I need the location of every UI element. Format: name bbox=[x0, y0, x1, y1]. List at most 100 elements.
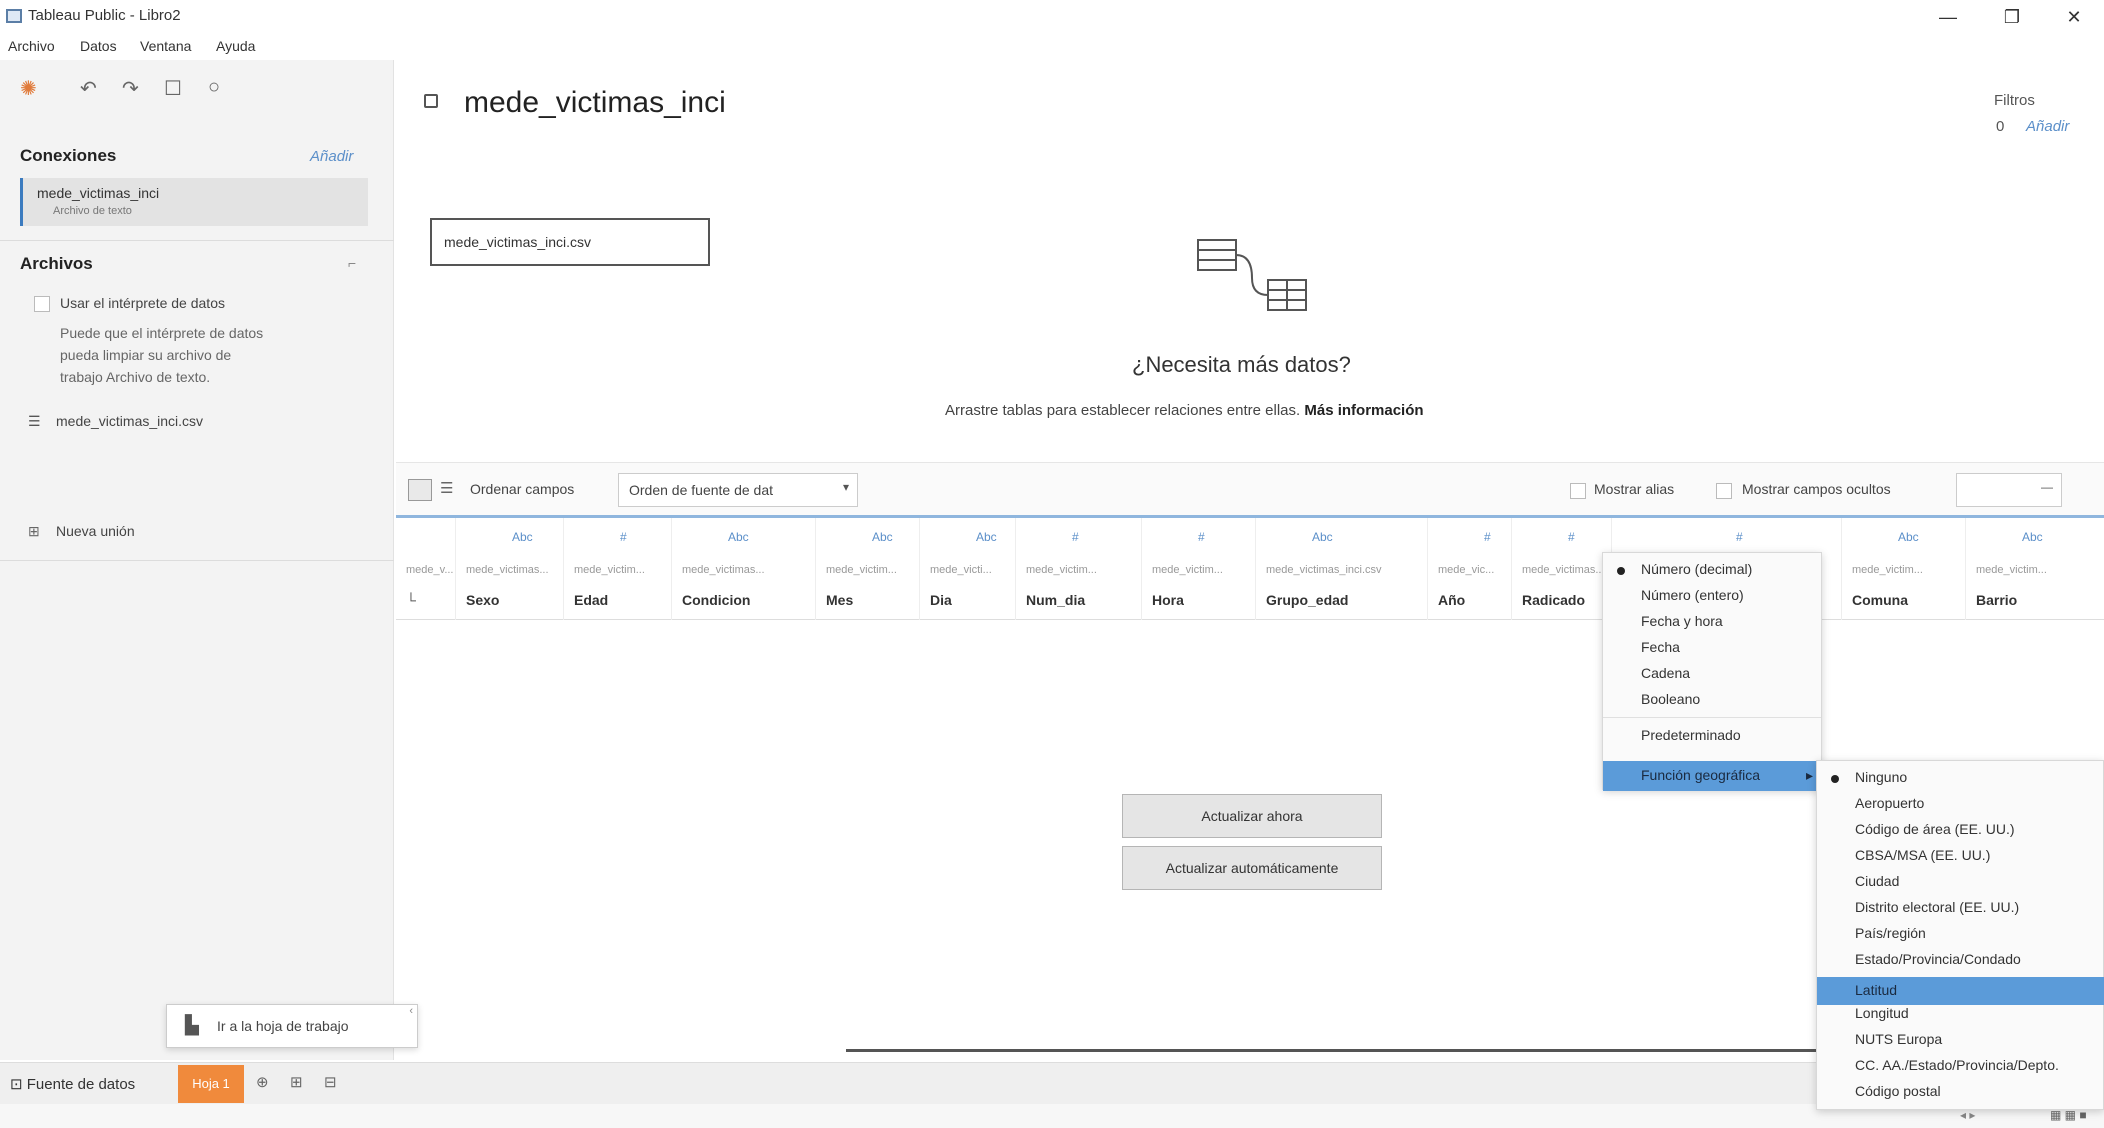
status-view-icon[interactable]: ▦ ▦ ■ bbox=[2050, 1108, 2087, 1122]
menu-item-string[interactable]: Cadena bbox=[1641, 665, 1690, 681]
number-type-icon[interactable]: # bbox=[1484, 530, 1491, 544]
menu-ventana[interactable]: Ventana bbox=[140, 38, 191, 54]
menu-item-datetime[interactable]: Fecha y hora bbox=[1641, 613, 1723, 629]
grid-header: mede_v... └ Abc mede_victimas... Sexo # … bbox=[396, 518, 2104, 620]
connections-add-link[interactable]: Añadir bbox=[310, 148, 353, 165]
column-header[interactable]: Abc mede_victim... Comuna bbox=[1842, 518, 1966, 620]
datasource-title[interactable]: mede_victimas_inci bbox=[464, 86, 726, 120]
menu-item-boolean[interactable]: Booleano bbox=[1641, 691, 1700, 707]
list-view-icon[interactable]: ☰ bbox=[440, 479, 453, 497]
update-now-button[interactable]: Actualizar ahora bbox=[1122, 794, 1382, 838]
menu-ayuda[interactable]: Ayuda bbox=[216, 38, 255, 54]
string-type-icon[interactable]: Abc bbox=[872, 530, 893, 544]
number-type-icon[interactable]: # bbox=[1736, 530, 1743, 544]
menu-item-date[interactable]: Fecha bbox=[1641, 639, 1680, 655]
column-header[interactable]: Abc mede_victimas... Sexo bbox=[456, 518, 564, 620]
column-name: Hora bbox=[1152, 592, 1184, 608]
string-type-icon[interactable]: Abc bbox=[2022, 530, 2043, 544]
interpreter-help-1: Puede que el intérprete de datos bbox=[60, 325, 264, 341]
minimize-button[interactable]: — bbox=[1926, 2, 1970, 32]
tab-sheet-1[interactable]: Hoja 1 bbox=[178, 1065, 244, 1103]
string-type-icon[interactable]: Abc bbox=[1898, 530, 1919, 544]
menu-archivo[interactable]: Archivo bbox=[8, 38, 55, 54]
new-dashboard-icon[interactable]: ⊞ bbox=[290, 1073, 303, 1091]
rows-input[interactable]: — bbox=[1956, 473, 2062, 507]
show-aliases-label[interactable]: Mostrar alias bbox=[1594, 481, 1674, 497]
interpreter-label[interactable]: Usar el intérprete de datos bbox=[60, 292, 225, 314]
number-type-icon[interactable]: # bbox=[1568, 530, 1575, 544]
save-icon[interactable]: ☐ bbox=[164, 76, 182, 101]
column-header[interactable]: # mede_victim... Edad bbox=[564, 518, 672, 620]
string-type-icon[interactable]: Abc bbox=[728, 530, 749, 544]
sort-select[interactable]: Orden de fuente de dat ▾ bbox=[618, 473, 858, 507]
redo-icon[interactable]: ↷ bbox=[122, 76, 139, 101]
grid-view-button[interactable] bbox=[408, 479, 432, 501]
geo-item-airport[interactable]: Aeropuerto bbox=[1855, 795, 1924, 811]
column-header[interactable]: Abc mede_victimas_inci.csv Grupo_edad bbox=[1256, 518, 1428, 620]
number-type-icon[interactable]: # bbox=[1072, 530, 1079, 544]
column-header[interactable]: Abc mede_victim... Barrio bbox=[1966, 518, 2104, 620]
more-info-link[interactable]: Más información bbox=[1304, 402, 1423, 419]
menu-item-decimal[interactable]: Número (decimal) bbox=[1641, 561, 1752, 577]
column-header[interactable]: # mede_victimas... Radicado bbox=[1512, 518, 1612, 620]
geo-item-nuts[interactable]: NUTS Europa bbox=[1855, 1031, 1942, 1047]
new-sheet-icon[interactable]: ⊕ bbox=[256, 1073, 269, 1091]
show-hidden-checkbox[interactable] bbox=[1716, 483, 1732, 499]
string-type-icon[interactable]: Abc bbox=[976, 530, 997, 544]
interpreter-help-3: trabajo Archivo de texto. bbox=[60, 369, 211, 385]
tab-datasource[interactable]: ⊡ Fuente de datos bbox=[10, 1075, 135, 1093]
column-source: mede_victimas_inci.csv bbox=[1266, 564, 1382, 576]
column-header[interactable]: Abc mede_victi... Dia bbox=[920, 518, 1016, 620]
menu-item-integer[interactable]: Número (entero) bbox=[1641, 587, 1744, 603]
files-collapse-icon[interactable]: ⌐ bbox=[348, 252, 356, 274]
maximize-button[interactable]: ❐ bbox=[1990, 2, 2034, 32]
status-nav-icon[interactable]: ◂ ▸ bbox=[1960, 1108, 1975, 1122]
geo-item-congressional[interactable]: Distrito electoral (EE. UU.) bbox=[1855, 899, 2019, 915]
geo-item-longitude[interactable]: Longitud bbox=[1855, 1005, 1909, 1021]
geo-item-county[interactable]: Estado/Provincia/Condado bbox=[1855, 951, 2021, 967]
auto-update-button[interactable]: Actualizar automáticamente bbox=[1122, 846, 1382, 890]
show-hidden-label[interactable]: Mostrar campos ocultos bbox=[1742, 481, 1891, 497]
file-item[interactable]: mede_victimas_inci.csv bbox=[56, 410, 203, 432]
geo-item-cbsa[interactable]: CBSA/MSA (EE. UU.) bbox=[1855, 847, 1990, 863]
column-name: Mes bbox=[826, 592, 854, 608]
column-header[interactable]: # mede_victim... Num_dia bbox=[1016, 518, 1142, 620]
geo-item-none[interactable]: Ninguno bbox=[1855, 769, 1907, 785]
tableau-logo-icon[interactable]: ✺ bbox=[20, 76, 37, 101]
geo-item-city[interactable]: Ciudad bbox=[1855, 873, 1899, 889]
new-story-icon[interactable]: ⊟ bbox=[324, 1073, 337, 1091]
canvas-table[interactable]: mede_victimas_inci.csv bbox=[430, 218, 710, 266]
geo-item-state[interactable]: CC. AA./Estado/Provincia/Depto. bbox=[1855, 1057, 2059, 1073]
column-header[interactable]: mede_v... └ bbox=[396, 518, 456, 620]
column-header[interactable]: # mede_victim... Hora bbox=[1142, 518, 1256, 620]
column-header[interactable]: # mede_vic... Año bbox=[1428, 518, 1512, 620]
menu-separator bbox=[1603, 717, 1821, 718]
menu-item-default[interactable]: Predeterminado bbox=[1641, 727, 1741, 743]
new-union[interactable]: Nueva unión bbox=[56, 520, 135, 542]
tooltip-close-icon[interactable]: ‹ bbox=[409, 1005, 413, 1017]
connection-item[interactable]: mede_victimas_inci Archivo de texto bbox=[20, 178, 368, 226]
menu-item-geographic-role[interactable]: Función geográfica ▸ bbox=[1603, 761, 1821, 791]
number-type-icon[interactable]: # bbox=[1198, 530, 1205, 544]
geo-item-area-code[interactable]: Código de área (EE. UU.) bbox=[1855, 821, 2015, 837]
string-type-icon[interactable]: Abc bbox=[512, 530, 533, 544]
geo-item-latitude[interactable]: Latitud bbox=[1817, 977, 2104, 1005]
geo-item-country[interactable]: País/región bbox=[1855, 925, 1926, 941]
column-header[interactable]: Abc mede_victimas... Condicion bbox=[672, 518, 816, 620]
column-header[interactable]: Abc mede_victim... Mes bbox=[816, 518, 920, 620]
horizontal-scrollbar[interactable] bbox=[846, 1049, 1816, 1052]
go-to-sheet-tooltip[interactable]: ▙ Ir a la hoja de trabajo ‹ bbox=[166, 1004, 418, 1048]
refresh-icon[interactable]: ○ bbox=[208, 76, 220, 99]
string-type-icon[interactable]: Abc bbox=[1312, 530, 1333, 544]
geographic-role-submenu: Ninguno Aeropuerto Código de área (EE. U… bbox=[1816, 760, 2104, 1110]
column-source: mede_victim... bbox=[1976, 564, 2047, 576]
filters-add-link[interactable]: Añadir bbox=[2026, 118, 2069, 135]
interpreter-checkbox[interactable] bbox=[34, 296, 50, 312]
menu-datos[interactable]: Datos bbox=[80, 38, 117, 54]
undo-icon[interactable]: ↶ bbox=[80, 76, 97, 101]
status-bar: ◂ ▸ ▦ ▦ ■ bbox=[0, 1104, 2104, 1128]
close-button[interactable]: ✕ bbox=[2052, 2, 2096, 32]
geo-item-zip[interactable]: Código postal bbox=[1855, 1083, 1941, 1099]
number-type-icon[interactable]: # bbox=[620, 530, 627, 544]
show-aliases-checkbox[interactable] bbox=[1570, 483, 1586, 499]
